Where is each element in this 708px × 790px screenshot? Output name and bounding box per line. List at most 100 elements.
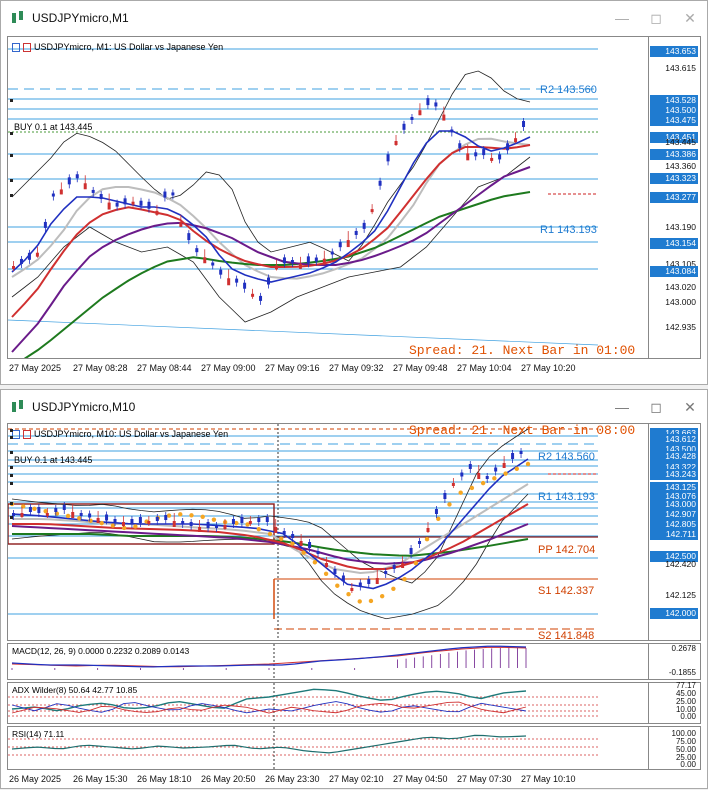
candle	[27, 252, 31, 260]
psar-dot	[391, 586, 396, 591]
price-label: 143.615	[665, 63, 696, 73]
time-label: 27 May 2025	[9, 363, 62, 373]
candle	[511, 453, 515, 459]
price-axis[interactable]: 143.663 143.612 143.500 143.428 143.322 143.2…	[648, 424, 700, 640]
close-button[interactable]: ✕	[673, 390, 707, 424]
psar-dot	[335, 583, 340, 588]
candle	[451, 483, 455, 486]
candle	[265, 517, 269, 522]
candle	[410, 116, 414, 120]
candle	[71, 512, 75, 518]
pivot-r1-label: R1 143.193	[538, 491, 595, 503]
candle	[227, 278, 231, 286]
price-label: 143.428	[650, 451, 698, 462]
candle	[316, 551, 320, 554]
macd-tick: 0.2678	[671, 644, 696, 653]
candle	[514, 138, 518, 143]
candle	[172, 521, 176, 527]
chart-list-icon	[12, 42, 20, 52]
candle	[107, 202, 111, 210]
candle	[409, 548, 413, 554]
time-axis[interactable]: 26 May 2025 26 May 15:30 26 May 18:10 26 Ma…	[7, 770, 701, 790]
candle	[139, 200, 143, 206]
maximize-button[interactable]: ◻	[639, 1, 673, 35]
bollinger-lower	[11, 156, 531, 323]
price-label: 143.243	[650, 469, 698, 480]
time-label: 27 May 10:04	[457, 363, 512, 373]
adx-axis[interactable]: 77.17 45.00 25.00 10.00 0.00	[648, 681, 700, 723]
candle	[198, 527, 202, 532]
candle	[418, 110, 422, 116]
psar-dot	[503, 471, 508, 476]
window-titlebar[interactable]: USDJPYmicro,M1 — ◻ ✕	[1, 1, 707, 35]
level-marker	[10, 436, 13, 439]
psar-dot	[133, 524, 138, 529]
chart-legend: USDJPYmicro, M10: US Dollar vs Japanese …	[12, 429, 228, 439]
level-marker	[10, 482, 13, 485]
candle	[362, 222, 366, 229]
candle	[91, 189, 95, 193]
price-label: 142.420	[665, 559, 696, 569]
candle	[35, 252, 39, 257]
macd-panel[interactable]: MACD(12, 26, 9) 0.0000 0.2232 0.2089 0.0…	[7, 643, 701, 680]
candle	[123, 198, 127, 205]
candle	[243, 282, 247, 289]
rsi-axis[interactable]: 100.00 75.00 50.00 25.00 0.00	[648, 727, 700, 769]
psar-dot	[514, 466, 519, 471]
macd-axis[interactable]: 0.2678 -0.1855	[648, 644, 700, 679]
candle	[189, 522, 193, 526]
chart-window-m1[interactable]: USDJPYmicro,M1 — ◻ ✕ USDJPYmicro, M1: US…	[0, 0, 708, 385]
candle	[203, 257, 207, 264]
price-label: 143.445	[665, 137, 696, 147]
rsi-panel[interactable]: RSI(14) 71.11 100.00 75.00 50.00 25.00 0…	[7, 726, 701, 770]
candle	[522, 121, 526, 127]
psar-dot	[312, 560, 318, 565]
window-title: USDJPYmicro,M10	[32, 400, 136, 414]
chart-window-m10[interactable]: USDJPYmicro,M10 — ◻ ✕ USDJPYmicro, M10: …	[0, 389, 708, 789]
psar-dot	[178, 512, 183, 517]
minimize-button[interactable]: —	[605, 390, 639, 424]
candle	[88, 513, 92, 518]
candle	[308, 542, 312, 548]
price-label: 143.653	[650, 46, 698, 57]
candle	[79, 513, 83, 516]
time-axis[interactable]: 27 May 2025 27 May 08:28 27 May 08:44 27 Ma…	[7, 359, 701, 379]
candle	[219, 269, 223, 275]
price-axis[interactable]: 143.653 143.615 143.528 143.500 143.475 143.4…	[648, 37, 700, 358]
candle	[450, 129, 454, 133]
psar-dot	[200, 514, 205, 519]
pivot-s2-label: S2 141.848	[538, 630, 595, 642]
time-label: 27 May 07:30	[457, 774, 512, 784]
price-label: 143.323	[650, 173, 698, 184]
psar-dot	[99, 520, 104, 526]
chart-window-icon	[10, 400, 26, 414]
rsi-canvas	[8, 727, 598, 769]
psar-dot	[323, 571, 329, 576]
time-label: 26 May 15:30	[73, 774, 128, 784]
chart-list-icon	[12, 429, 20, 439]
maximize-button[interactable]: ◻	[639, 390, 673, 424]
candle	[378, 180, 382, 186]
window-titlebar[interactable]: USDJPYmicro,M10 — ◻ ✕	[1, 390, 707, 424]
candle	[490, 157, 494, 161]
candle	[83, 183, 87, 190]
candle	[341, 575, 345, 582]
candle	[354, 230, 358, 235]
candle	[282, 257, 286, 264]
psar-dot	[65, 513, 71, 519]
level-marker	[10, 154, 13, 157]
adx-panel[interactable]: ADX Wilder(8) 50.64 42.77 10.85 77.17 45…	[7, 681, 701, 724]
candle	[338, 242, 342, 248]
psar-dot	[480, 480, 486, 486]
minimize-button[interactable]: —	[605, 1, 639, 35]
candle	[474, 152, 478, 157]
price-chart-m10[interactable]: USDJPYmicro, M10: US Dollar vs Japanese …	[7, 423, 701, 642]
candle	[375, 578, 379, 584]
time-label: 26 May 23:30	[265, 774, 320, 784]
price-chart-m1[interactable]: USDJPYmicro, M1: US Dollar vs Japanese Y…	[7, 36, 701, 359]
chart-legend: USDJPYmicro, M1: US Dollar vs Japanese Y…	[12, 42, 223, 52]
psar-dot	[211, 517, 217, 522]
close-button[interactable]: ✕	[673, 1, 707, 35]
time-label: 27 May 10:10	[521, 774, 576, 784]
candle	[482, 149, 486, 156]
